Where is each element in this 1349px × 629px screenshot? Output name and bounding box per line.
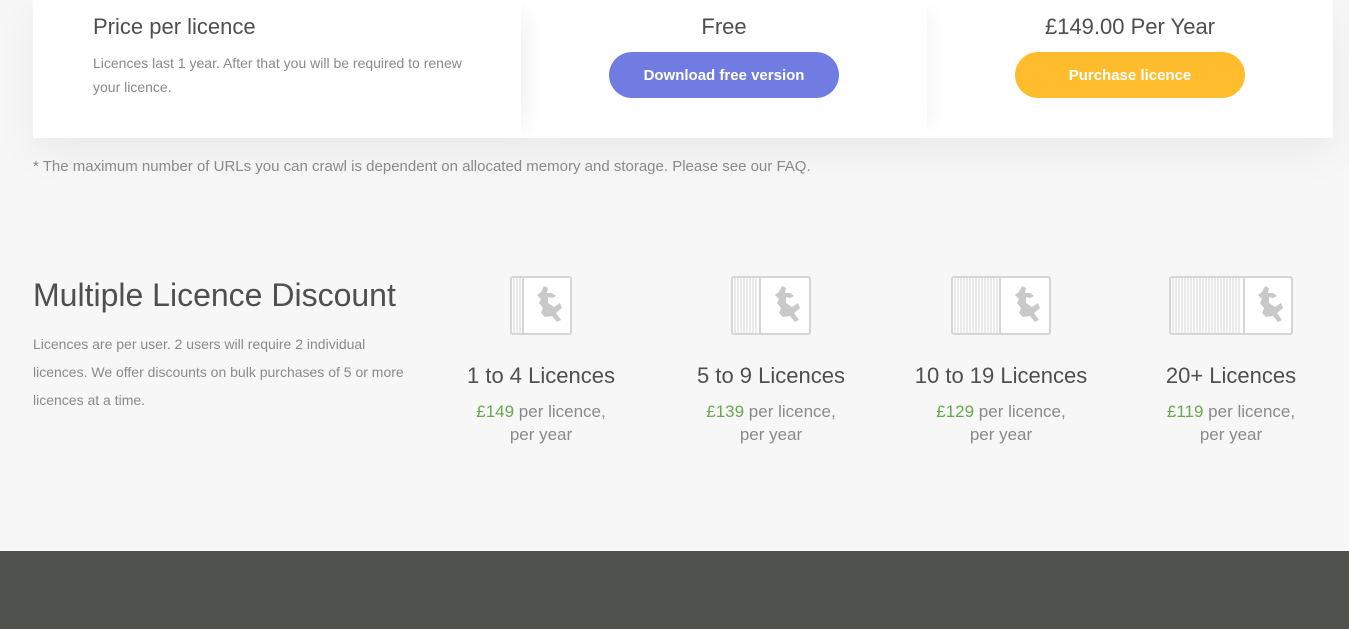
tier-price-value: £139 — [706, 402, 745, 421]
tier-price-unit: per licence, — [974, 402, 1066, 421]
tier-name: 5 to 9 Licences — [697, 363, 845, 388]
purchase-licence-button[interactable]: Purchase licence — [1015, 52, 1245, 98]
licence-stack-icon — [1169, 276, 1293, 335]
tier-price: £139 per licence, per year — [661, 400, 881, 446]
tier-price-period: per year — [739, 425, 803, 444]
licence-duration-note: Licences last 1 year. After that you wil… — [93, 55, 462, 95]
tier-price: £129 per licence, per year — [891, 400, 1111, 446]
download-free-button[interactable]: Download free version — [609, 52, 839, 98]
tier-price-unit: per licence, — [1203, 402, 1296, 421]
tier-1-to-4: 1 to 4 Licences £149 per licence, per ye… — [431, 272, 651, 446]
tier-10-to-19: 10 to 19 Licences £129 per licence, per … — [891, 272, 1111, 446]
paid-plan-cell: £149.00 Per Year Purchase licence — [927, 0, 1333, 138]
tier-name: 20+ Licences — [1165, 363, 1297, 388]
discount-description: Licences are per user. 2 users will requ… — [33, 336, 404, 408]
tier-price-period: per year — [969, 425, 1033, 444]
price-label-cell: Price per licence Licences last 1 year. … — [33, 0, 521, 138]
tier-price-unit: per licence, — [744, 402, 836, 421]
tier-name: 1 to 4 Licences — [467, 363, 615, 388]
tier-20-plus: 20+ Licences £119 per licence, per year — [1121, 272, 1341, 446]
pricing-row: Price per licence Licences last 1 year. … — [33, 0, 1333, 138]
free-plan-cell: Free Download free version — [521, 0, 927, 138]
discount-title: Multiple Licence Discount — [33, 277, 396, 313]
tier-5-to-9: 5 to 9 Licences £139 per licence, per ye… — [661, 272, 881, 446]
tier-price: £119 per licence, per year — [1121, 400, 1341, 446]
footer — [0, 551, 1349, 629]
price-per-licence-title: Price per licence — [93, 14, 256, 39]
tier-price-value: £149 — [476, 402, 515, 421]
licence-stack-icon — [731, 276, 811, 335]
tier-price-unit: per licence, — [514, 402, 606, 421]
tier-price-period: per year — [509, 425, 573, 444]
crawl-limit-footnote: * The maximum number of URLs you can cra… — [33, 158, 811, 175]
tier-price: £149 per licence, per year — [431, 400, 651, 446]
paid-price: £149.00 Per Year — [1044, 14, 1216, 39]
tier-price-value: £129 — [936, 402, 975, 421]
licence-stack-icon — [510, 276, 572, 335]
tier-price-period: per year — [1199, 425, 1263, 444]
tier-price-value: £119 — [1166, 402, 1204, 421]
free-price: Free — [701, 14, 747, 39]
licence-stack-icon — [951, 276, 1051, 335]
tier-name: 10 to 19 Licences — [914, 363, 1088, 388]
